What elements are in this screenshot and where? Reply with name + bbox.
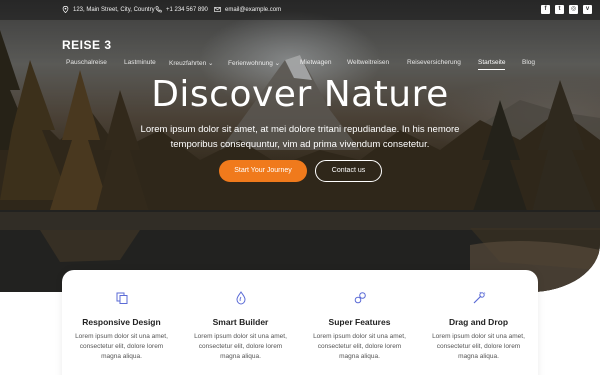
phone-icon bbox=[155, 6, 162, 13]
feature-description: Lorem ipsum dolor sit una amet, consecte… bbox=[75, 333, 168, 360]
link-icon bbox=[354, 292, 366, 304]
feature-responsive-design: Responsive Design Lorem ipsum dolor sit … bbox=[62, 270, 181, 375]
contact-us-button[interactable]: Contact us bbox=[315, 160, 382, 182]
envelope-icon bbox=[214, 7, 221, 12]
location-pin-icon bbox=[62, 6, 69, 13]
feature-title: Drag and Drop bbox=[448, 317, 509, 327]
nav-item-lastminute[interactable]: Lastminute bbox=[124, 59, 156, 66]
chevron-down-icon: ⌄ bbox=[208, 60, 214, 67]
features-card: Responsive Design Lorem ipsum dolor sit … bbox=[62, 270, 538, 375]
nav-item-pauschalreise[interactable]: Pauschalreise bbox=[66, 59, 107, 66]
social-links: f t ◎ v bbox=[541, 5, 592, 14]
feature-smart-builder: Smart Builder Lorem ipsum dolor sit una … bbox=[181, 270, 300, 375]
facebook-icon[interactable]: f bbox=[541, 5, 550, 14]
nav-item-label: Ferienwohnung bbox=[228, 60, 273, 67]
copy-icon bbox=[116, 292, 128, 304]
nav-item-ferienwohnung[interactable]: Ferienwohnung ⌄ bbox=[228, 59, 280, 67]
hero-title: Discover Nature bbox=[151, 74, 449, 115]
nav-item-blog[interactable]: Blog bbox=[522, 59, 535, 66]
feature-drag-and-drop: Drag and Drop Lorem ipsum dolor sit una … bbox=[419, 270, 538, 375]
phone-text: +1 234 567 890 bbox=[166, 6, 208, 13]
phone-info[interactable]: +1 234 567 890 bbox=[155, 6, 208, 13]
top-info-bar: 123, Main Street, City, Country +1 234 5… bbox=[0, 0, 600, 20]
vimeo-icon[interactable]: v bbox=[583, 5, 592, 14]
feature-title: Super Features bbox=[328, 317, 391, 327]
start-journey-button[interactable]: Start Your Journey bbox=[219, 160, 307, 182]
nav-item-kreuzfahrten[interactable]: Kreuzfahrten ⌄ bbox=[169, 59, 213, 67]
feature-title: Responsive Design bbox=[82, 317, 161, 327]
twitter-icon[interactable]: t bbox=[555, 5, 564, 14]
nav-item-label: Kreuzfahrten bbox=[169, 60, 207, 67]
feature-description: Lorem ipsum dolor sit una amet, consecte… bbox=[432, 333, 525, 360]
nav-item-mietwagen[interactable]: Mietwagen bbox=[300, 59, 331, 66]
drop-icon bbox=[236, 291, 246, 305]
site-logo[interactable]: REISE 3 bbox=[62, 38, 112, 52]
email-text: email@example.com bbox=[225, 6, 282, 13]
chevron-down-icon: ⌄ bbox=[274, 60, 281, 67]
feature-description: Lorem ipsum dolor sit una amet, consecte… bbox=[313, 333, 406, 360]
address-info: 123, Main Street, City, Country bbox=[62, 6, 155, 13]
feature-super-features: Super Features Lorem ipsum dolor sit una… bbox=[300, 270, 419, 375]
address-text: 123, Main Street, City, Country bbox=[73, 6, 155, 13]
nav-item-reiseversicherung[interactable]: Reiseversicherung bbox=[407, 59, 461, 66]
feature-title: Smart Builder bbox=[212, 317, 269, 327]
nav-item-startseite[interactable]: Startseite bbox=[478, 59, 506, 70]
instagram-icon[interactable]: ◎ bbox=[569, 5, 578, 14]
hero-subtitle: Lorem ipsum dolor sit amet, at mei dolor… bbox=[140, 124, 460, 150]
wand-icon bbox=[473, 291, 486, 304]
feature-description: Lorem ipsum dolor sit una amet, consecte… bbox=[194, 333, 287, 360]
nav-item-weltweitreisen[interactable]: Weltweitreisen bbox=[347, 59, 389, 66]
email-info[interactable]: email@example.com bbox=[214, 6, 281, 13]
